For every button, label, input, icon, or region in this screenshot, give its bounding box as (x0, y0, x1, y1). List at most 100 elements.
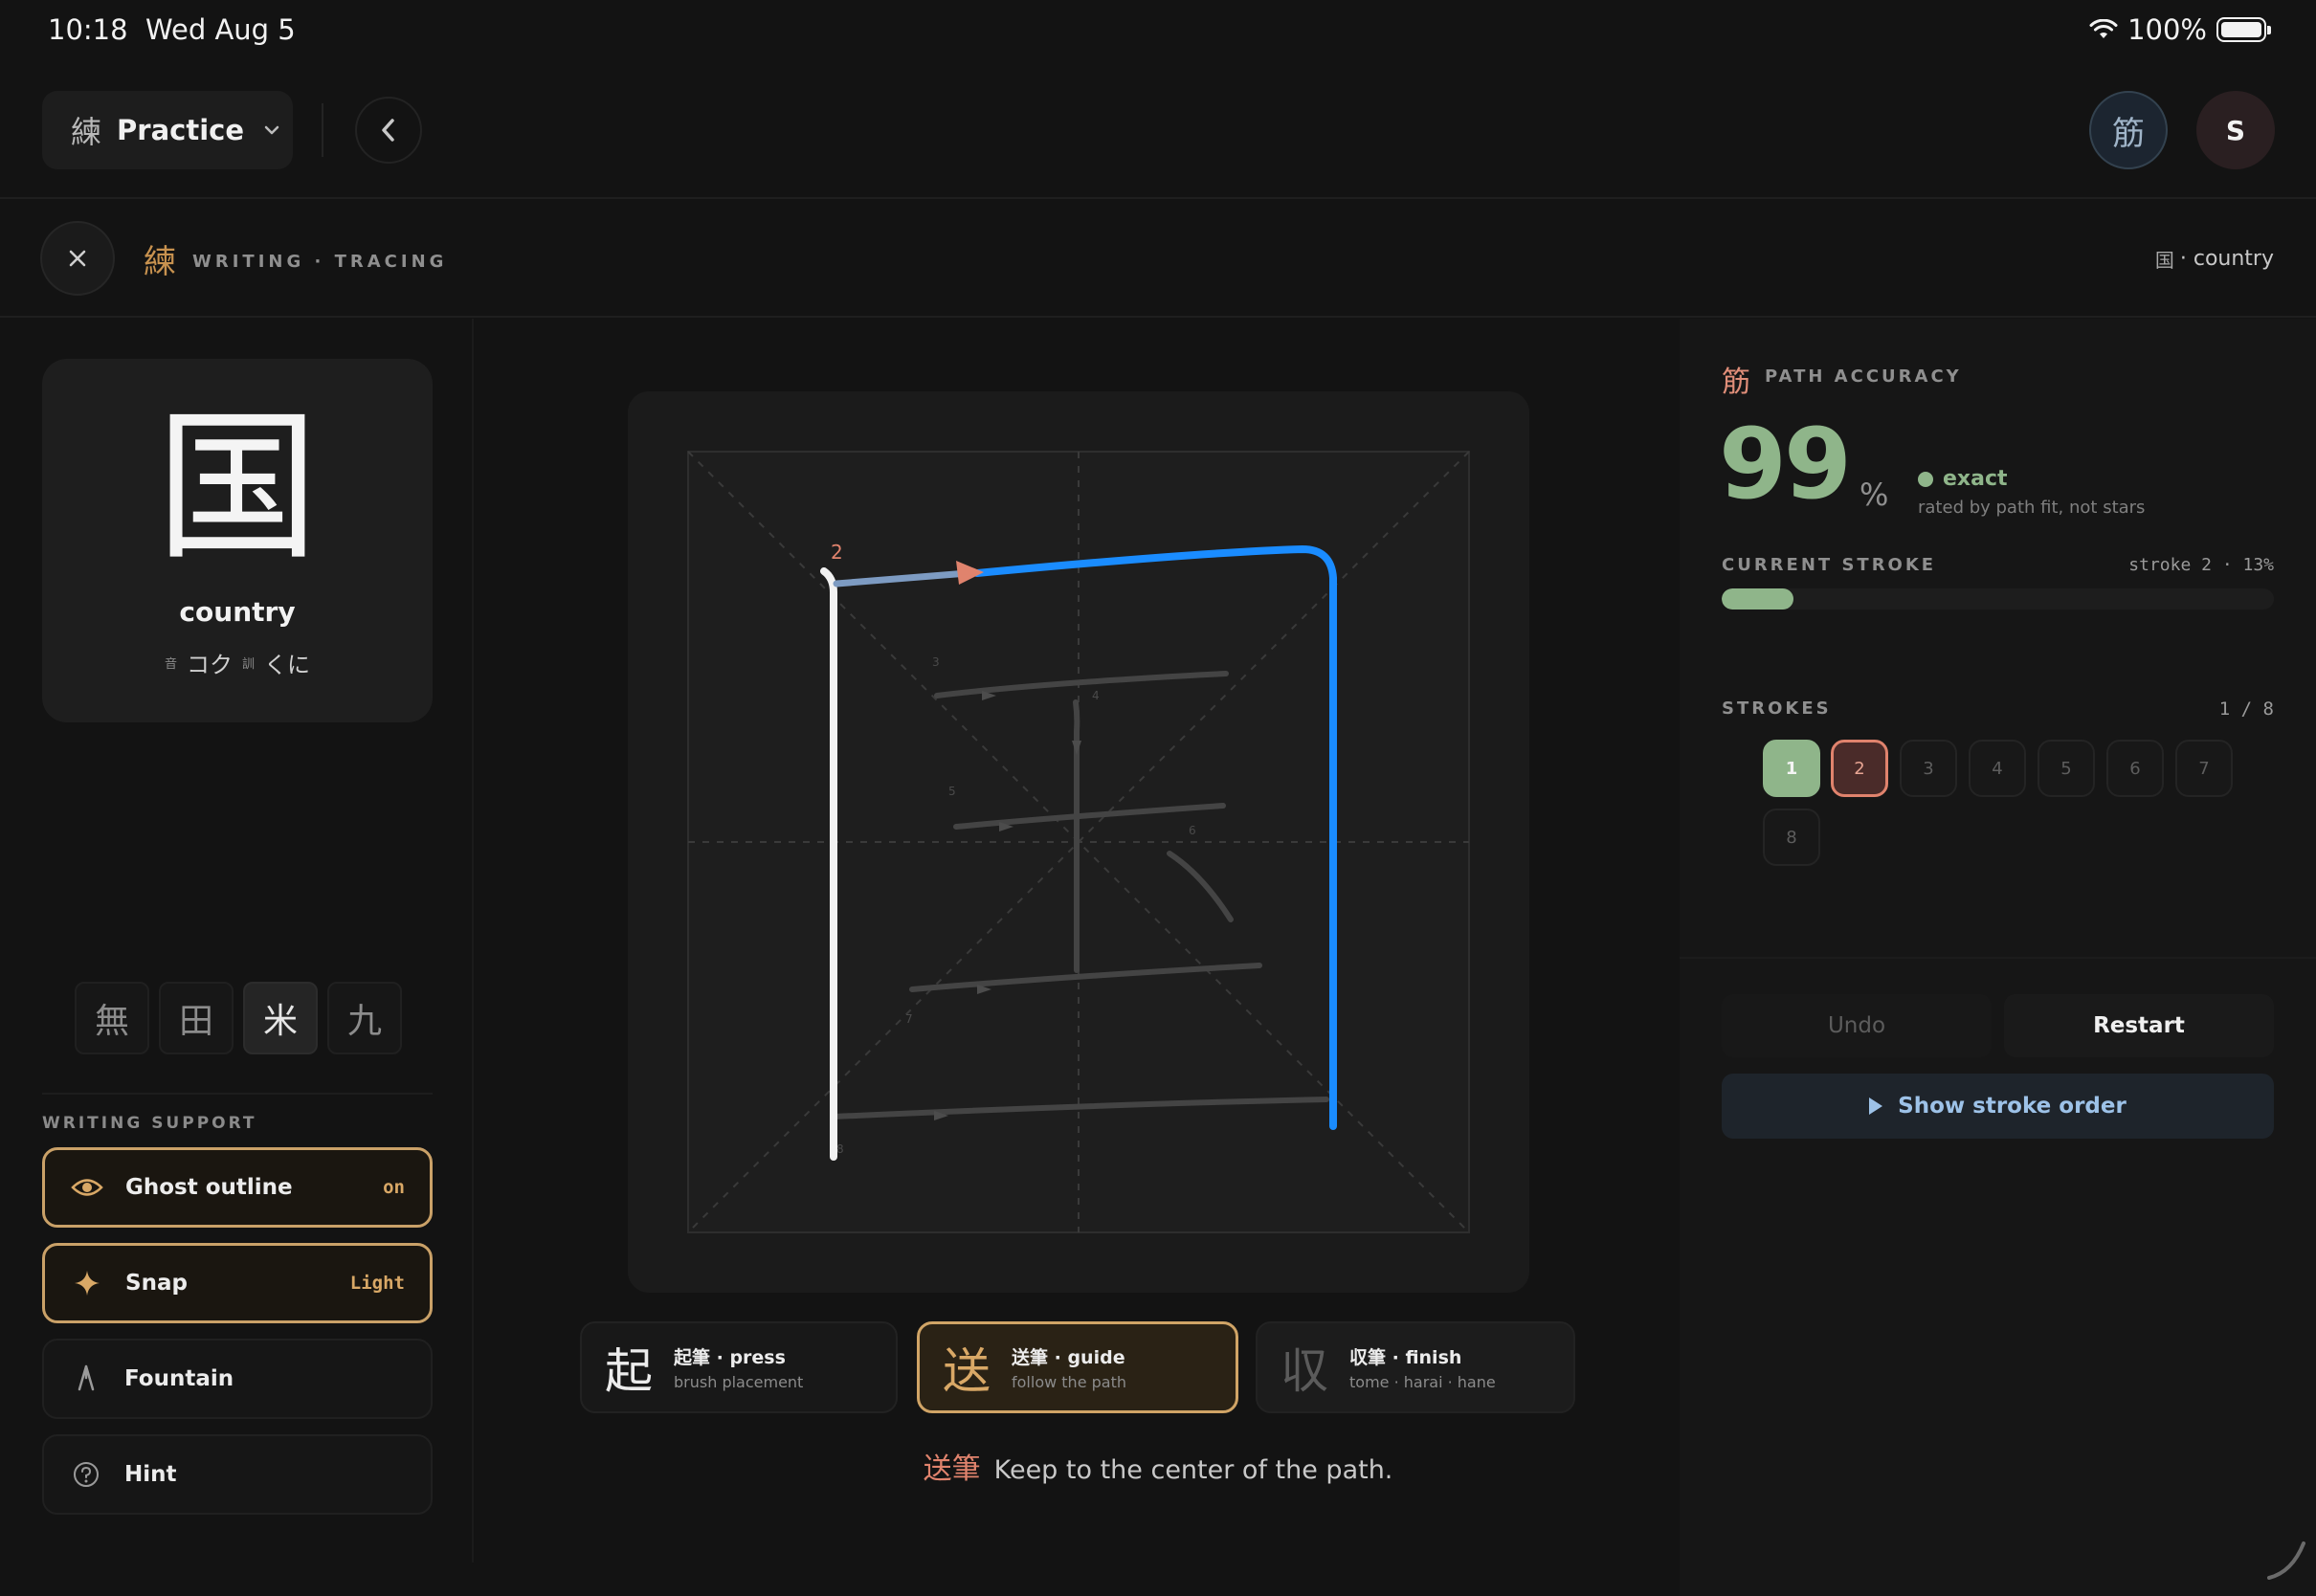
undo-button[interactable]: Undo (1722, 994, 1992, 1057)
tracing-surface[interactable]: 3 4 5 6 7 8 2 (628, 391, 1529, 1293)
phase-press-kanji: 起 (605, 1343, 653, 1399)
phase-hint-text: Keep to the center of the path. (993, 1455, 1393, 1485)
close-button[interactable] (40, 221, 115, 296)
ghost-stroke-number: 8 (836, 1142, 844, 1156)
support-divider (42, 1093, 433, 1095)
ghost-stroke-number: 6 (1189, 824, 1196, 837)
left-panel-divider (472, 319, 474, 1563)
restart-button[interactable]: Restart (2004, 994, 2274, 1057)
chevron-left-icon (382, 119, 394, 142)
user-avatar[interactable]: S (2196, 91, 2275, 169)
show-stroke-order-button[interactable]: Show stroke order (1722, 1074, 2274, 1139)
accuracy-status: exact (1918, 467, 2008, 491)
battery-percent: 100% (2127, 13, 2207, 46)
stroke-chip-4[interactable]: 4 (1969, 740, 2026, 797)
ghost-stroke-number: 3 (932, 655, 940, 669)
status-indicators: 100% (2089, 13, 2271, 46)
on-reading: コク (187, 652, 233, 678)
ghost-outline-label: Ghost outline (125, 1175, 293, 1200)
current-stroke-progress-fill (1722, 588, 1793, 610)
kun-reading: くに (264, 652, 311, 678)
phase-guide-title: 送筆 · guide (1012, 1347, 1125, 1368)
accuracy-title: PATH ACCURACY (1765, 366, 1962, 387)
character-card: 国 country 音 コク 訓 くに (42, 359, 433, 722)
kun-reading-tag: 訓 (242, 657, 256, 672)
sparkle-icon (70, 1270, 104, 1297)
fountain-pen-icon (69, 1364, 103, 1393)
nav-divider (322, 103, 323, 157)
wifi-icon (2089, 19, 2118, 38)
phase-finish[interactable]: 収 収筆 · finish tome · harai · hane (1256, 1321, 1575, 1413)
fountain-label: Fountain (124, 1366, 234, 1391)
phase-press-subtitle: brush placement (674, 1373, 804, 1391)
tracing-canvas[interactable]: 3 4 5 6 7 8 2 (628, 391, 1529, 1293)
current-stroke-number: 2 (831, 541, 843, 564)
accuracy-glyph: 筋 (1722, 366, 1750, 399)
character-meaning: country (179, 596, 296, 628)
phase-press[interactable]: 起 起筆 · press brush placement (580, 1321, 898, 1413)
show-stroke-order-label: Show stroke order (1898, 1094, 2127, 1119)
accuracy-status-label: exact (1943, 467, 2008, 491)
stroke-chip-3[interactable]: 3 (1900, 740, 1957, 797)
stroke-chip-7[interactable]: 7 (2175, 740, 2233, 797)
subheader-divider (0, 316, 2316, 318)
accuracy-subtitle: rated by path fit, not stars (1918, 498, 2146, 518)
battery-icon (2216, 17, 2271, 42)
character-breadcrumb: 国 · country (2155, 245, 2274, 273)
practice-mode-dropdown[interactable]: 練 Practice (42, 91, 293, 169)
accuracy-unit: % (1859, 477, 1889, 513)
practice-label: Practice (117, 114, 244, 146)
fountain-toggle[interactable]: Fountain (42, 1339, 433, 1419)
status-dot-icon (1918, 471, 1933, 487)
phase-guide-kanji: 送 (943, 1343, 991, 1399)
character-readings: 音 コク 訓 くに (42, 646, 433, 679)
practice-glyph: 練 (71, 114, 102, 150)
phase-finish-title: 収筆 · finish (1349, 1347, 1462, 1368)
phase-finish-kanji: 収 (1280, 1343, 1328, 1399)
stroke-chip-6[interactable]: 6 (2106, 740, 2164, 797)
grid-option-kyuu[interactable]: 九 (327, 982, 402, 1054)
resize-handle-icon[interactable] (2263, 1536, 2309, 1584)
grid-option-wu[interactable]: 無 (75, 982, 149, 1054)
mode-label: WRITING · TRACING (192, 252, 448, 272)
status-time: 10:18 Wed Aug 5 (48, 13, 296, 46)
breadcrumb-text: · country (2179, 247, 2274, 271)
ghost-stroke-number: 4 (1092, 689, 1100, 702)
ghost-outline-value: on (383, 1177, 405, 1198)
strokes-count: 1 / 8 (2218, 698, 2274, 720)
play-icon (1869, 1097, 1883, 1115)
phase-finish-subtitle: tome · harai · hane (1349, 1373, 1496, 1391)
phase-guide-subtitle: follow the path (1012, 1373, 1126, 1391)
character-kanji: 国 (155, 393, 319, 583)
close-icon (69, 250, 86, 267)
grid-option-ta[interactable]: 田 (159, 982, 234, 1054)
snap-toggle[interactable]: Snap Light (42, 1243, 433, 1323)
ghost-stroke-number: 5 (948, 785, 956, 798)
stroke-chip-5[interactable]: 5 (2038, 740, 2095, 797)
grid-style-selector: 無 田 米 九 (75, 982, 402, 1054)
kanji-profile-avatar[interactable]: 筋 (2089, 91, 2168, 169)
accuracy-value: 99 (1719, 408, 1852, 521)
mode-glyph: 練 (144, 243, 176, 281)
grid-option-kome[interactable]: 米 (243, 982, 318, 1054)
on-reading-tag: 音 (164, 657, 177, 672)
strokes-title: STROKES (1722, 698, 1832, 719)
stroke-chip-2[interactable]: 2 (1831, 740, 1888, 797)
phase-hint-kanji: 送筆 (923, 1452, 981, 1486)
ghost-stroke-number: 7 (905, 1012, 913, 1026)
snap-label: Snap (125, 1271, 188, 1296)
header-divider (0, 197, 2316, 199)
current-stroke-title: CURRENT STROKE (1722, 555, 1937, 575)
stroke-chip-1[interactable]: 1 (1763, 740, 1820, 797)
actions-divider (1680, 957, 2316, 959)
current-stroke-info: stroke 2 · 13% (2128, 555, 2274, 575)
phase-guide[interactable]: 送 送筆 · guide follow the path (917, 1321, 1238, 1413)
current-stroke-progress (1722, 588, 2274, 610)
writing-support-title: WRITING SUPPORT (42, 1114, 257, 1133)
eye-icon (70, 1177, 104, 1198)
chevron-down-icon (264, 125, 279, 135)
breadcrumb-kanji: 国 (2154, 249, 2174, 272)
ghost-outline-toggle[interactable]: Ghost outline on (42, 1147, 433, 1228)
stroke-chip-8[interactable]: 8 (1763, 809, 1820, 866)
back-button[interactable] (355, 97, 422, 164)
